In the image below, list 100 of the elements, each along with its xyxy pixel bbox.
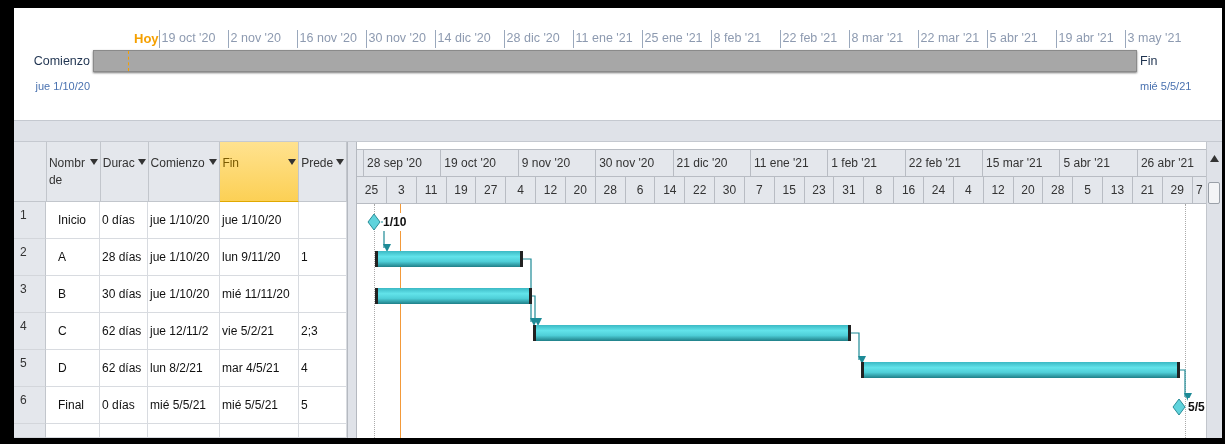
timescale-label: 5 abr '21	[1060, 150, 1138, 176]
timeline-tick-label: 5 abr '21	[986, 30, 1056, 48]
table-cell: mié 5/5/21	[220, 387, 299, 424]
vertical-scrollbar[interactable]	[1206, 142, 1222, 438]
today-marker	[128, 51, 129, 71]
timeline-tick-label: 22 mar '21	[917, 30, 987, 48]
task-bar[interactable]	[374, 251, 523, 267]
column-header[interactable]: Durac	[100, 142, 149, 202]
table-cell: B	[46, 276, 100, 313]
table-cell	[100, 424, 148, 438]
timescale-label: 15	[774, 177, 805, 203]
timescale-label: 20	[1013, 177, 1044, 203]
timescale-label: 22 feb '21	[905, 150, 984, 176]
timescale-label: 23	[804, 177, 835, 203]
row-number[interactable]: 4	[14, 313, 46, 350]
row-number[interactable]: 2	[14, 239, 46, 276]
row-number[interactable]: 5	[14, 350, 46, 387]
table-cell: lun 8/2/21	[148, 350, 220, 387]
timeline-tick-label: 19 abr '21	[1055, 30, 1125, 48]
timescale-label: 7	[744, 177, 775, 203]
timescale-label: 29	[1162, 177, 1193, 203]
table-cell	[148, 424, 220, 438]
timescale-label: 14	[655, 177, 686, 203]
dependency-arrow	[1179, 369, 1192, 401]
table-cell: lun 9/11/20	[220, 239, 299, 276]
table-cell: 30 días	[100, 276, 148, 313]
timescale-label: 30	[715, 177, 745, 203]
column-header[interactable]: Nombr de	[46, 142, 101, 202]
table-cell: mié 11/11/20	[220, 276, 299, 313]
timeline-tick-label: 16 nov '20	[296, 30, 366, 48]
dropdown-arrow-icon[interactable]	[137, 159, 146, 165]
scroll-up-icon[interactable]	[1210, 155, 1220, 162]
table-cell: Inicio	[46, 202, 100, 239]
timeline-tick-label: 30 nov '20	[365, 30, 435, 48]
timescale-label: 21	[1132, 177, 1163, 203]
table-cell: jue 1/10/20	[220, 202, 299, 239]
dropdown-arrow-icon[interactable]	[209, 159, 218, 165]
timescale-label: 24	[924, 177, 954, 203]
table-cell: mié 5/5/21	[148, 387, 220, 424]
timeline-tick-label: 28 dic '20	[503, 30, 573, 48]
timeline-tick-label: 22 feb '21	[779, 30, 849, 48]
timescale-label: 12	[536, 177, 566, 203]
timescale-label: 19	[446, 177, 477, 203]
timeline-tick-label: 8 mar '21	[848, 30, 918, 48]
table-cell: jue 1/10/20	[148, 276, 220, 313]
timescale-label: 13	[1103, 177, 1133, 203]
timescale-label: 3	[386, 177, 417, 203]
timescale-label: 6	[625, 177, 656, 203]
timescale-label: 15 mar '21	[983, 150, 1061, 176]
column-header[interactable]: Prede	[299, 142, 347, 202]
row-number[interactable]: 1	[14, 202, 46, 239]
table-cell: vie 5/2/21	[220, 313, 299, 350]
milestone-diamond-icon[interactable]	[366, 213, 381, 231]
dropdown-arrow-icon[interactable]	[89, 159, 98, 165]
timescale-label: 28	[595, 177, 626, 203]
table-cell: 0 días	[100, 387, 148, 424]
timescale-label: 30 nov '20	[596, 150, 674, 176]
timeline-start-date: jue 1/10/20	[34, 79, 91, 94]
table-cell: 0 días	[100, 202, 148, 239]
timeline-tick-label: 2 nov '20	[227, 30, 297, 48]
timescale-label: 25	[356, 177, 387, 203]
table-cell: mar 4/5/21	[220, 350, 299, 387]
timeline-tick-label: 14 dic '20	[434, 30, 504, 48]
table-cell: Final	[46, 387, 100, 424]
timeline-tick-label: 3 may '21	[1124, 30, 1194, 48]
timescale-label: 28	[1043, 177, 1074, 203]
table-cell: jue 1/10/20	[148, 239, 220, 276]
column-header[interactable]: Fin	[220, 142, 300, 202]
timeline-tick-label: 25 ene '21	[641, 30, 711, 48]
timescale-label: 19 oct '20	[441, 150, 519, 176]
task-bar[interactable]	[374, 288, 532, 304]
timescale-label: 28 sep '20	[363, 150, 442, 176]
row-number[interactable]: 3	[14, 276, 46, 313]
milestone-date-label: 1/10	[382, 213, 407, 231]
timeline-tick-label: 11 ene '21	[572, 30, 642, 48]
timescale-label: 26 abr '21	[1139, 155, 1195, 172]
timescale-label: 27	[476, 177, 507, 203]
timescale-label: 11	[416, 177, 447, 203]
timescale-label: 9 nov '20	[518, 150, 597, 176]
timescale-label: 16	[894, 177, 924, 203]
timeline-tick-label: 8 feb '21	[710, 30, 780, 48]
scroll-thumb[interactable]	[1208, 182, 1221, 204]
dropdown-arrow-icon[interactable]	[336, 159, 344, 165]
table-cell: 28 días	[100, 239, 148, 276]
column-header[interactable]: Comienzo	[148, 142, 221, 202]
timescale-label: 4	[953, 177, 984, 203]
table-cell: A	[46, 239, 100, 276]
table-cell: D	[46, 350, 100, 387]
timescale-label: 31	[834, 177, 865, 203]
today-label: Hoy	[133, 30, 159, 48]
timescale-label: 22	[685, 177, 716, 203]
row-number[interactable]: 6	[14, 387, 46, 424]
milestone-diamond-icon[interactable]	[1171, 398, 1186, 416]
timeline-tick-label: 19 oct '20	[158, 30, 228, 48]
dropdown-arrow-icon[interactable]	[288, 159, 297, 165]
table-cell: jue 1/10/20	[148, 202, 220, 239]
timescale-label: 11 ene '21	[750, 150, 829, 176]
dependency-arrow	[850, 332, 866, 364]
timeline-finish-date: mié 5/5/21	[1139, 79, 1193, 94]
timescale-label: 4	[506, 177, 537, 203]
